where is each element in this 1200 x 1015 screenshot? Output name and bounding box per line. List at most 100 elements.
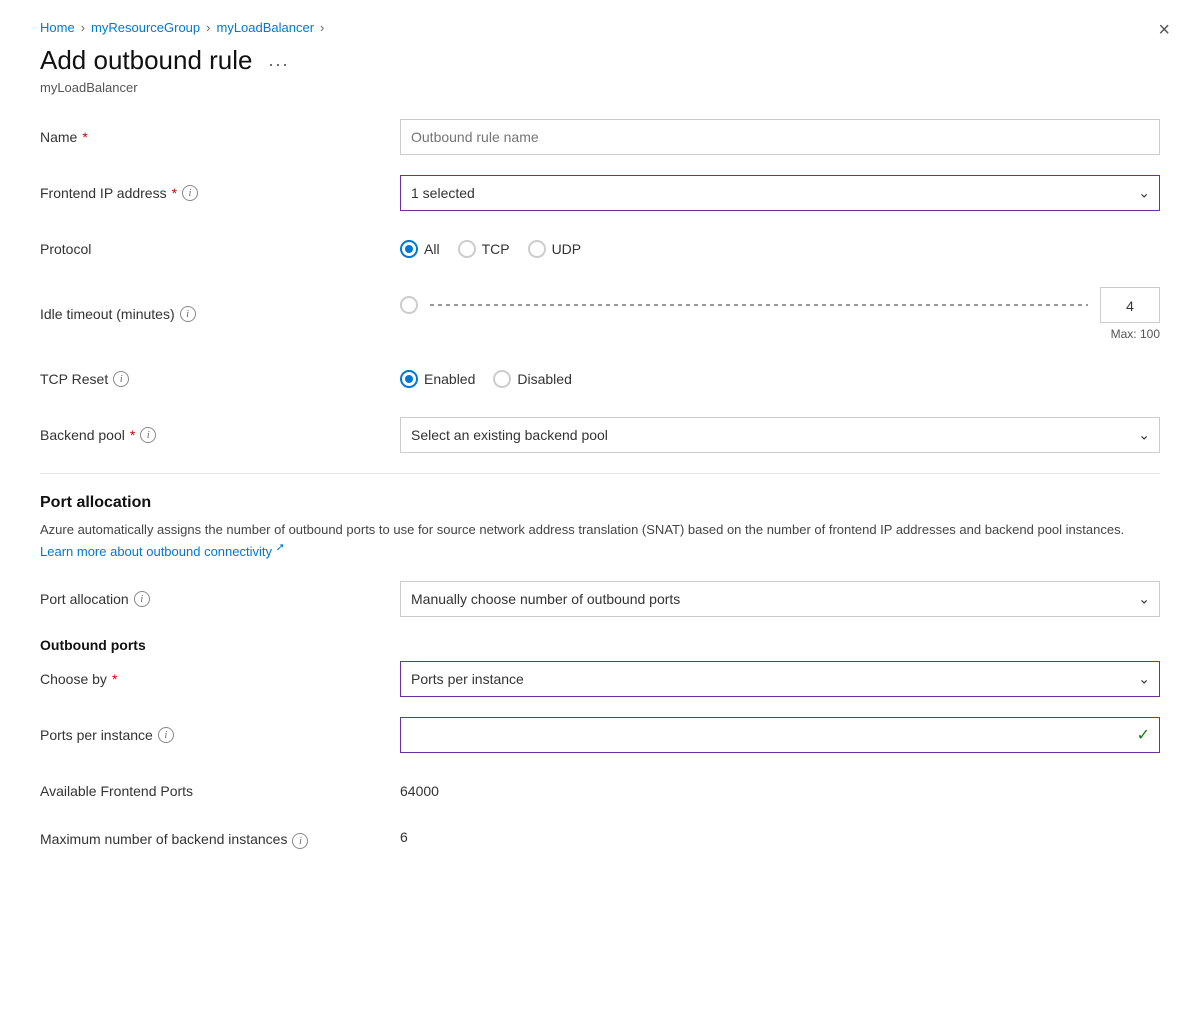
port-allocation-row: Port allocation i Manually choose number… xyxy=(40,581,1160,617)
choose-by-required: * xyxy=(112,671,117,687)
tcp-reset-disabled-label: Disabled xyxy=(517,371,571,387)
ports-per-instance-row: Ports per instance i 10000 ✓ xyxy=(40,717,1160,753)
idle-timeout-row: Idle timeout (minutes) i 4 Max: 100 xyxy=(40,287,1160,341)
protocol-label: Protocol xyxy=(40,241,400,257)
frontend-ip-label: Frontend IP address * i xyxy=(40,185,400,201)
name-row: Name * xyxy=(40,119,1160,155)
frontend-ip-input-col: 1 selected ⌄ xyxy=(400,175,1160,211)
breadcrumb: Home › myResourceGroup › myLoadBalancer … xyxy=(40,20,1160,35)
breadcrumb-sep-3: › xyxy=(320,20,324,35)
backend-pool-info-icon[interactable]: i xyxy=(140,427,156,443)
outbound-ports-section: Outbound ports xyxy=(40,637,1160,653)
ports-per-instance-select-wrapper: 10000 ✓ xyxy=(400,717,1160,753)
protocol-radio-group: All TCP UDP xyxy=(400,240,1160,258)
port-allocation-title: Port allocation xyxy=(40,494,1160,512)
learn-more-link[interactable]: Learn more about outbound connectivity ➚ xyxy=(40,544,285,559)
frontend-ip-select[interactable]: 1 selected xyxy=(400,175,1160,211)
backend-pool-input-col: Select an existing backend pool ⌄ xyxy=(400,417,1160,453)
external-link-icon: ➚ xyxy=(276,542,285,554)
breadcrumb-home[interactable]: Home xyxy=(40,20,75,35)
tcp-reset-disabled-radio[interactable] xyxy=(493,370,511,388)
idle-timeout-info-icon[interactable]: i xyxy=(180,306,196,322)
port-allocation-select-wrapper: Manually choose number of outbound ports… xyxy=(400,581,1160,617)
max-backend-instances-value: 6 xyxy=(400,829,408,845)
protocol-all-label: All xyxy=(424,241,440,257)
backend-pool-select-wrapper: Select an existing backend pool ⌄ xyxy=(400,417,1160,453)
frontend-ip-info-icon[interactable]: i xyxy=(182,185,198,201)
choose-by-select[interactable]: Ports per instance xyxy=(400,661,1160,697)
protocol-tcp-label: TCP xyxy=(482,241,510,257)
tcp-reset-enabled-option[interactable]: Enabled xyxy=(400,370,475,388)
protocol-udp-label: UDP xyxy=(552,241,582,257)
idle-timeout-slider-container: 4 Max: 100 xyxy=(400,287,1160,341)
ports-per-instance-info-icon[interactable]: i xyxy=(158,727,174,743)
protocol-input-col: All TCP UDP xyxy=(400,240,1160,258)
name-input[interactable] xyxy=(400,119,1160,155)
ports-per-instance-label: Ports per instance i xyxy=(40,727,400,743)
frontend-ip-row: Frontend IP address * i 1 selected ⌄ xyxy=(40,175,1160,211)
ports-per-instance-input-col: 10000 ✓ xyxy=(400,717,1160,753)
port-allocation-info-icon[interactable]: i xyxy=(134,591,150,607)
backend-pool-required: * xyxy=(130,427,135,443)
available-frontend-ports-row: Available Frontend Ports 64000 xyxy=(40,773,1160,809)
port-allocation-select[interactable]: Manually choose number of outbound ports xyxy=(400,581,1160,617)
tcp-reset-radio-group: Enabled Disabled xyxy=(400,370,1160,388)
max-backend-instances-info-icon[interactable]: i xyxy=(292,833,308,849)
tcp-reset-disabled-option[interactable]: Disabled xyxy=(493,370,571,388)
backend-pool-select[interactable]: Select an existing backend pool xyxy=(400,417,1160,453)
tcp-reset-row: TCP Reset i Enabled Disabled xyxy=(40,361,1160,397)
backend-pool-row: Backend pool * i Select an existing back… xyxy=(40,417,1160,453)
frontend-ip-required: * xyxy=(172,185,177,201)
port-allocation-description: Azure automatically assigns the number o… xyxy=(40,520,1160,561)
header-row: Add outbound rule ... xyxy=(40,45,1160,76)
available-frontend-ports-label: Available Frontend Ports xyxy=(40,783,400,799)
slider-thumb[interactable] xyxy=(400,296,418,314)
breadcrumb-resource-group[interactable]: myResourceGroup xyxy=(91,20,200,35)
page-container: Home › myResourceGroup › myLoadBalancer … xyxy=(0,0,1200,1015)
name-label: Name * xyxy=(40,129,400,145)
form-section: Name * Frontend IP address * i 1 selecte… xyxy=(40,119,1160,865)
frontend-ip-select-wrapper: 1 selected ⌄ xyxy=(400,175,1160,211)
protocol-all-radio[interactable] xyxy=(400,240,418,258)
breadcrumb-sep-2: › xyxy=(206,20,210,35)
breadcrumb-sep-1: › xyxy=(81,20,85,35)
protocol-tcp-radio[interactable] xyxy=(458,240,476,258)
tcp-reset-input-col: Enabled Disabled xyxy=(400,370,1160,388)
backend-pool-label: Backend pool * i xyxy=(40,427,400,443)
max-backend-instances-row: Maximum number of backend instances i 6 xyxy=(40,829,1160,865)
ports-per-instance-input[interactable]: 10000 xyxy=(400,717,1160,753)
choose-by-label: Choose by * xyxy=(40,671,400,687)
tcp-reset-label: TCP Reset i xyxy=(40,371,400,387)
protocol-tcp-option[interactable]: TCP xyxy=(458,240,510,258)
protocol-udp-option[interactable]: UDP xyxy=(528,240,582,258)
slider-track[interactable] xyxy=(430,304,1088,306)
page-title: Add outbound rule xyxy=(40,45,253,76)
max-backend-instances-label: Maximum number of backend instances i xyxy=(40,829,400,849)
protocol-all-option[interactable]: All xyxy=(400,240,440,258)
choose-by-input-col: Ports per instance ⌄ xyxy=(400,661,1160,697)
name-required: * xyxy=(82,129,87,145)
idle-timeout-value[interactable]: 4 xyxy=(1100,287,1160,323)
tcp-reset-enabled-radio[interactable] xyxy=(400,370,418,388)
choose-by-select-wrapper: Ports per instance ⌄ xyxy=(400,661,1160,697)
available-frontend-ports-value-col: 64000 xyxy=(400,783,1160,799)
tcp-reset-enabled-label: Enabled xyxy=(424,371,475,387)
slider-row: 4 xyxy=(400,287,1160,323)
name-input-col xyxy=(400,119,1160,155)
port-allocation-input-col: Manually choose number of outbound ports… xyxy=(400,581,1160,617)
ellipsis-button[interactable]: ... xyxy=(263,48,296,73)
port-allocation-label: Port allocation i xyxy=(40,591,400,607)
idle-timeout-input-col: 4 Max: 100 xyxy=(400,287,1160,341)
subtitle: myLoadBalancer xyxy=(40,80,1160,95)
outbound-ports-label: Outbound ports xyxy=(40,637,1160,653)
breadcrumb-load-balancer[interactable]: myLoadBalancer xyxy=(216,20,314,35)
idle-timeout-label: Idle timeout (minutes) i xyxy=(40,306,400,322)
tcp-reset-info-icon[interactable]: i xyxy=(113,371,129,387)
idle-timeout-max: Max: 100 xyxy=(400,327,1160,341)
available-frontend-ports-value: 64000 xyxy=(400,783,439,799)
max-backend-instances-value-col: 6 xyxy=(400,829,1160,845)
choose-by-row: Choose by * Ports per instance ⌄ xyxy=(40,661,1160,697)
protocol-row: Protocol All TCP UDP xyxy=(40,231,1160,267)
close-button[interactable]: × xyxy=(1158,20,1170,40)
protocol-udp-radio[interactable] xyxy=(528,240,546,258)
